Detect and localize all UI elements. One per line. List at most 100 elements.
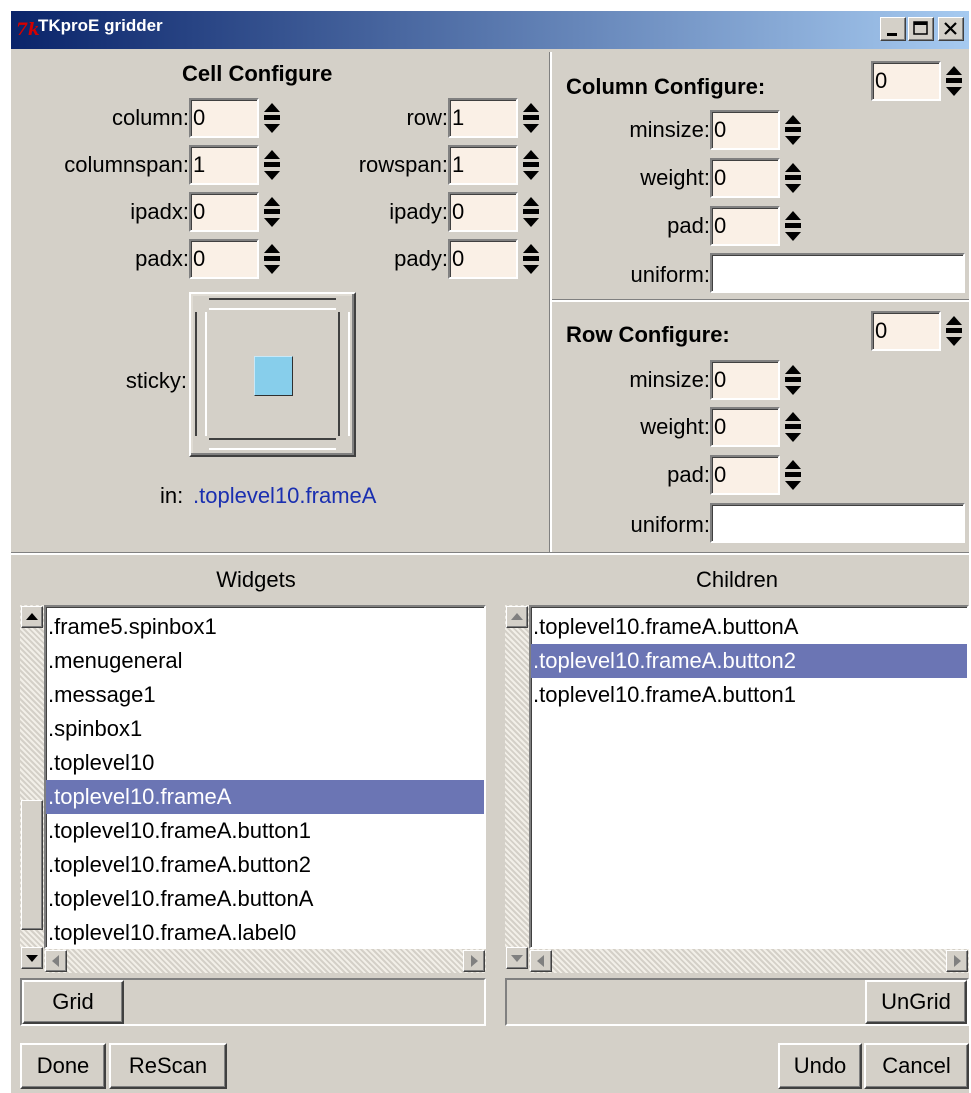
row-spinbox[interactable]: 1	[448, 98, 518, 138]
list-item[interactable]: .toplevel10.frameA.button1	[531, 678, 967, 712]
widgets-listbox[interactable]: .frame5.spinbox1 .menugeneral .message1 .sp…	[44, 605, 486, 949]
in-master-value[interactable]: .toplevel10.frameA	[193, 481, 376, 511]
list-item[interactable]: .toplevel10.frameA.buttonA	[46, 882, 484, 916]
rescan-button[interactable]: ReScan	[109, 1043, 227, 1089]
list-item[interactable]: .spinbox1	[46, 712, 484, 746]
close-icon	[944, 22, 957, 35]
children-horizontal-scrollbar[interactable]	[529, 949, 969, 973]
column-weight-spinbox[interactable]: 0	[710, 158, 780, 198]
children-scroll-up-button[interactable]	[506, 606, 528, 628]
spin-arrows-icon	[264, 244, 280, 274]
arrow-up-icon	[26, 613, 38, 620]
rowspan-spinbox[interactable]: 1	[448, 145, 518, 185]
window-title: TKproE gridder	[38, 16, 163, 35]
column-configure-header: Column Configure:	[566, 74, 766, 99]
row-index-spinbox[interactable]: 0	[871, 311, 941, 351]
pady-spinbox[interactable]: 0	[448, 239, 518, 279]
column-minsize-spinbox[interactable]: 0	[710, 110, 780, 150]
row-pad-spin-arrows[interactable]	[780, 455, 806, 495]
minimize-button[interactable]	[880, 17, 906, 41]
sticky-center-toggle[interactable]	[254, 356, 293, 396]
top-vertical-divider	[549, 52, 552, 555]
row-weight-spinbox[interactable]: 0	[710, 407, 780, 447]
row-pad-spinbox[interactable]: 0	[710, 455, 780, 495]
ipady-spinbox[interactable]: 0	[448, 192, 518, 232]
column-index-spinbox[interactable]: 0	[871, 61, 941, 101]
children-scroll-right-button[interactable]	[946, 950, 968, 972]
widgets-scroll-left-button[interactable]	[45, 950, 67, 972]
list-item[interactable]: .toplevel10.frameA.button2	[531, 644, 967, 678]
row-minsize-label: minsize:	[629, 367, 710, 392]
row-minsize-spinbox[interactable]: 0	[710, 360, 780, 400]
spin-arrows-icon	[264, 197, 280, 227]
row-uniform-entry[interactable]	[710, 503, 965, 543]
row-configure-header: Row Configure:	[566, 322, 730, 347]
ipadx-spinbox[interactable]: 0	[189, 192, 259, 232]
columnspan-spinbox[interactable]: 1	[189, 145, 259, 185]
children-listbox[interactable]: .toplevel10.frameA.buttonA .toplevel10.fr…	[529, 605, 969, 949]
children-header: Children	[696, 567, 778, 592]
column-pad-label: pad:	[667, 213, 710, 238]
column-uniform-label: uniform:	[630, 262, 710, 287]
grid-button[interactable]: Grid	[22, 980, 124, 1024]
spin-arrows-icon	[523, 103, 539, 133]
column-spin-arrows[interactable]	[259, 98, 285, 138]
list-item[interactable]: .message1	[46, 678, 484, 712]
list-item[interactable]: .toplevel10.frameA.button2	[46, 848, 484, 882]
close-button[interactable]	[938, 17, 964, 41]
spin-arrows-icon	[264, 150, 280, 180]
undo-button[interactable]: Undo	[778, 1043, 862, 1089]
row-minsize-spin-arrows[interactable]	[780, 360, 806, 400]
ungrid-button[interactable]: UnGrid	[865, 980, 967, 1024]
spin-arrows-icon	[264, 103, 280, 133]
widgets-header: Widgets	[216, 567, 296, 592]
row-weight-label: weight:	[640, 414, 710, 439]
list-item[interactable]: .toplevel10.frameA	[46, 780, 484, 814]
list-item[interactable]: .toplevel10.frameA.buttonA	[531, 610, 967, 644]
children-vertical-scrollbar[interactable]	[505, 605, 529, 949]
right-horizontal-divider	[552, 299, 969, 302]
column-pad-spinbox[interactable]: 0	[710, 206, 780, 246]
spin-arrows-icon	[785, 365, 801, 395]
column-minsize-spin-arrows[interactable]	[780, 110, 806, 150]
done-button[interactable]: Done	[20, 1043, 106, 1089]
column-spinbox[interactable]: 0	[189, 98, 259, 138]
row-index-spin-arrows[interactable]	[941, 311, 967, 351]
list-item[interactable]: .toplevel10.frameA.button1	[46, 814, 484, 848]
ipadx-spin-arrows[interactable]	[259, 192, 285, 232]
column-pad-spin-arrows[interactable]	[780, 206, 806, 246]
sticky-south-toggle[interactable]	[209, 438, 336, 450]
padx-spinbox[interactable]: 0	[189, 239, 259, 279]
column-label: column:	[111, 105, 189, 130]
row-spin-arrows[interactable]	[518, 98, 544, 138]
column-uniform-entry[interactable]	[710, 253, 965, 293]
widgets-scroll-down-button[interactable]	[21, 947, 43, 969]
padx-spin-arrows[interactable]	[259, 239, 285, 279]
children-scroll-left-button[interactable]	[530, 950, 552, 972]
sticky-north-toggle[interactable]	[209, 298, 336, 310]
ipady-spin-arrows[interactable]	[518, 192, 544, 232]
column-minsize-label: minsize:	[629, 117, 710, 142]
list-item[interactable]: .frame5.spinbox1	[46, 610, 484, 644]
row-label: row:	[406, 105, 448, 130]
pady-spin-arrows[interactable]	[518, 239, 544, 279]
rowspan-spin-arrows[interactable]	[518, 145, 544, 185]
maximize-button[interactable]	[908, 17, 934, 41]
widgets-scroll-up-button[interactable]	[21, 606, 43, 628]
row-weight-spin-arrows[interactable]	[780, 407, 806, 447]
list-item[interactable]: .menugeneral	[46, 644, 484, 678]
padx-label: padx:	[135, 246, 189, 271]
widgets-scroll-right-button[interactable]	[463, 950, 485, 972]
list-item[interactable]: .toplevel10	[46, 746, 484, 780]
column-index-spin-arrows[interactable]	[941, 61, 967, 101]
widgets-horizontal-scrollbar[interactable]	[44, 949, 486, 973]
columnspan-spin-arrows[interactable]	[259, 145, 285, 185]
cancel-button[interactable]: Cancel	[864, 1043, 969, 1089]
sticky-east-toggle[interactable]	[338, 312, 350, 436]
list-item[interactable]: .toplevel10.frameA.label0	[46, 916, 484, 947]
column-weight-spin-arrows[interactable]	[780, 158, 806, 198]
sticky-west-toggle[interactable]	[195, 312, 207, 436]
widgets-vertical-scroll-thumb[interactable]	[21, 800, 43, 930]
children-scroll-down-button[interactable]	[506, 947, 528, 969]
tk-logo-icon: 7k	[16, 20, 40, 40]
